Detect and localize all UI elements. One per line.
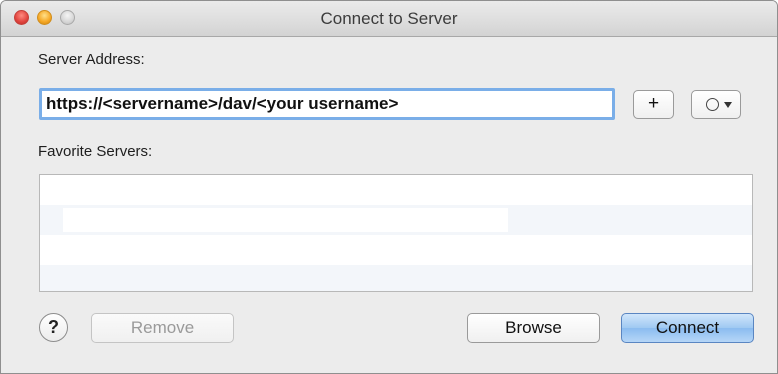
list-row[interactable] [40, 235, 752, 265]
favorite-servers-label: Favorite Servers: [38, 143, 153, 160]
list-row[interactable] [40, 175, 752, 205]
connect-button[interactable]: Connect [621, 313, 754, 343]
list-row[interactable] [40, 265, 752, 291]
window-title: Connect to Server [320, 9, 458, 28]
list-row-highlight [63, 208, 508, 232]
list-row[interactable] [40, 205, 752, 235]
connect-to-server-window: Connect to Server Server Address: + Favo… [0, 0, 778, 374]
help-button[interactable]: ? [39, 313, 68, 342]
add-favorite-button[interactable]: + [633, 90, 674, 119]
favorite-servers-list[interactable] [39, 174, 753, 292]
remove-button[interactable]: Remove [91, 313, 234, 343]
recent-servers-button[interactable] [691, 90, 741, 119]
browse-button[interactable]: Browse [467, 313, 600, 343]
title-bar[interactable]: Connect to Server [1, 1, 777, 37]
chevron-down-icon [724, 102, 732, 108]
server-address-label: Server Address: [38, 51, 145, 68]
server-address-input[interactable] [39, 88, 615, 120]
clock-icon [706, 98, 719, 111]
